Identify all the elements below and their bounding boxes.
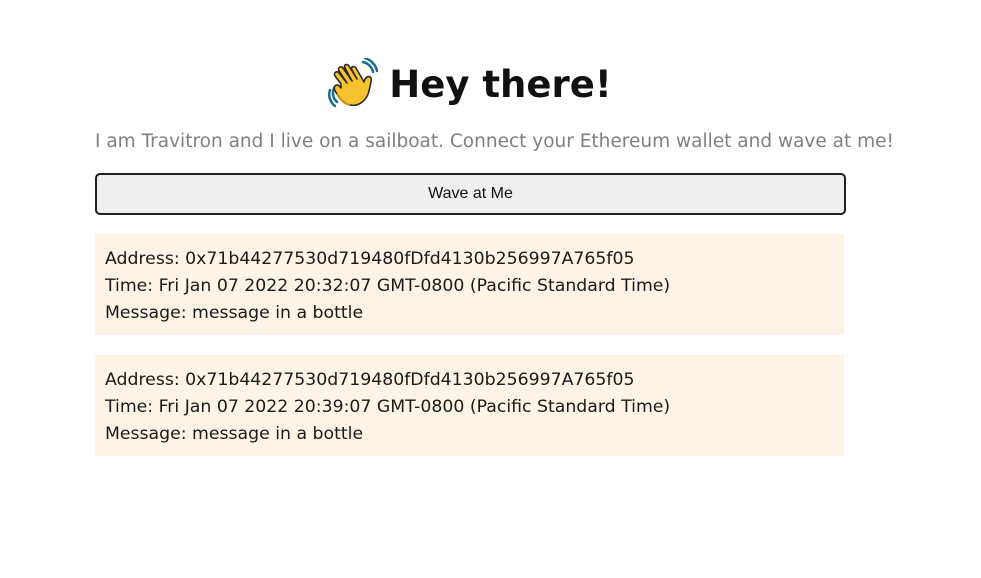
wave-address: Address: 0x71b44277530d719480fDfd4130b25… (105, 249, 635, 269)
wave-card: Address: 0x71b44277530d719480fDfd4130b25… (95, 234, 844, 335)
header-inner: Hey there! (327, 56, 612, 110)
bio-text: I am Travitron and I live on a sailboat.… (95, 131, 894, 152)
page-title: Hey there! (389, 62, 612, 106)
wave-message: Message: message in a bottle (105, 303, 364, 323)
header: Hey there! (95, 56, 844, 112)
wave-message: Message: message in a bottle (105, 424, 364, 444)
wave-address: Address: 0x71b44277530d719480fDfd4130b25… (105, 370, 635, 390)
waving-hand-icon (327, 56, 379, 110)
wave-button[interactable]: Wave at Me (95, 173, 846, 215)
wave-time: Time: Fri Jan 07 2022 20:39:07 GMT-0800 … (105, 397, 671, 417)
wave-time: Time: Fri Jan 07 2022 20:32:07 GMT-0800 … (105, 276, 671, 296)
wave-card: Address: 0x71b44277530d719480fDfd4130b25… (95, 355, 844, 456)
